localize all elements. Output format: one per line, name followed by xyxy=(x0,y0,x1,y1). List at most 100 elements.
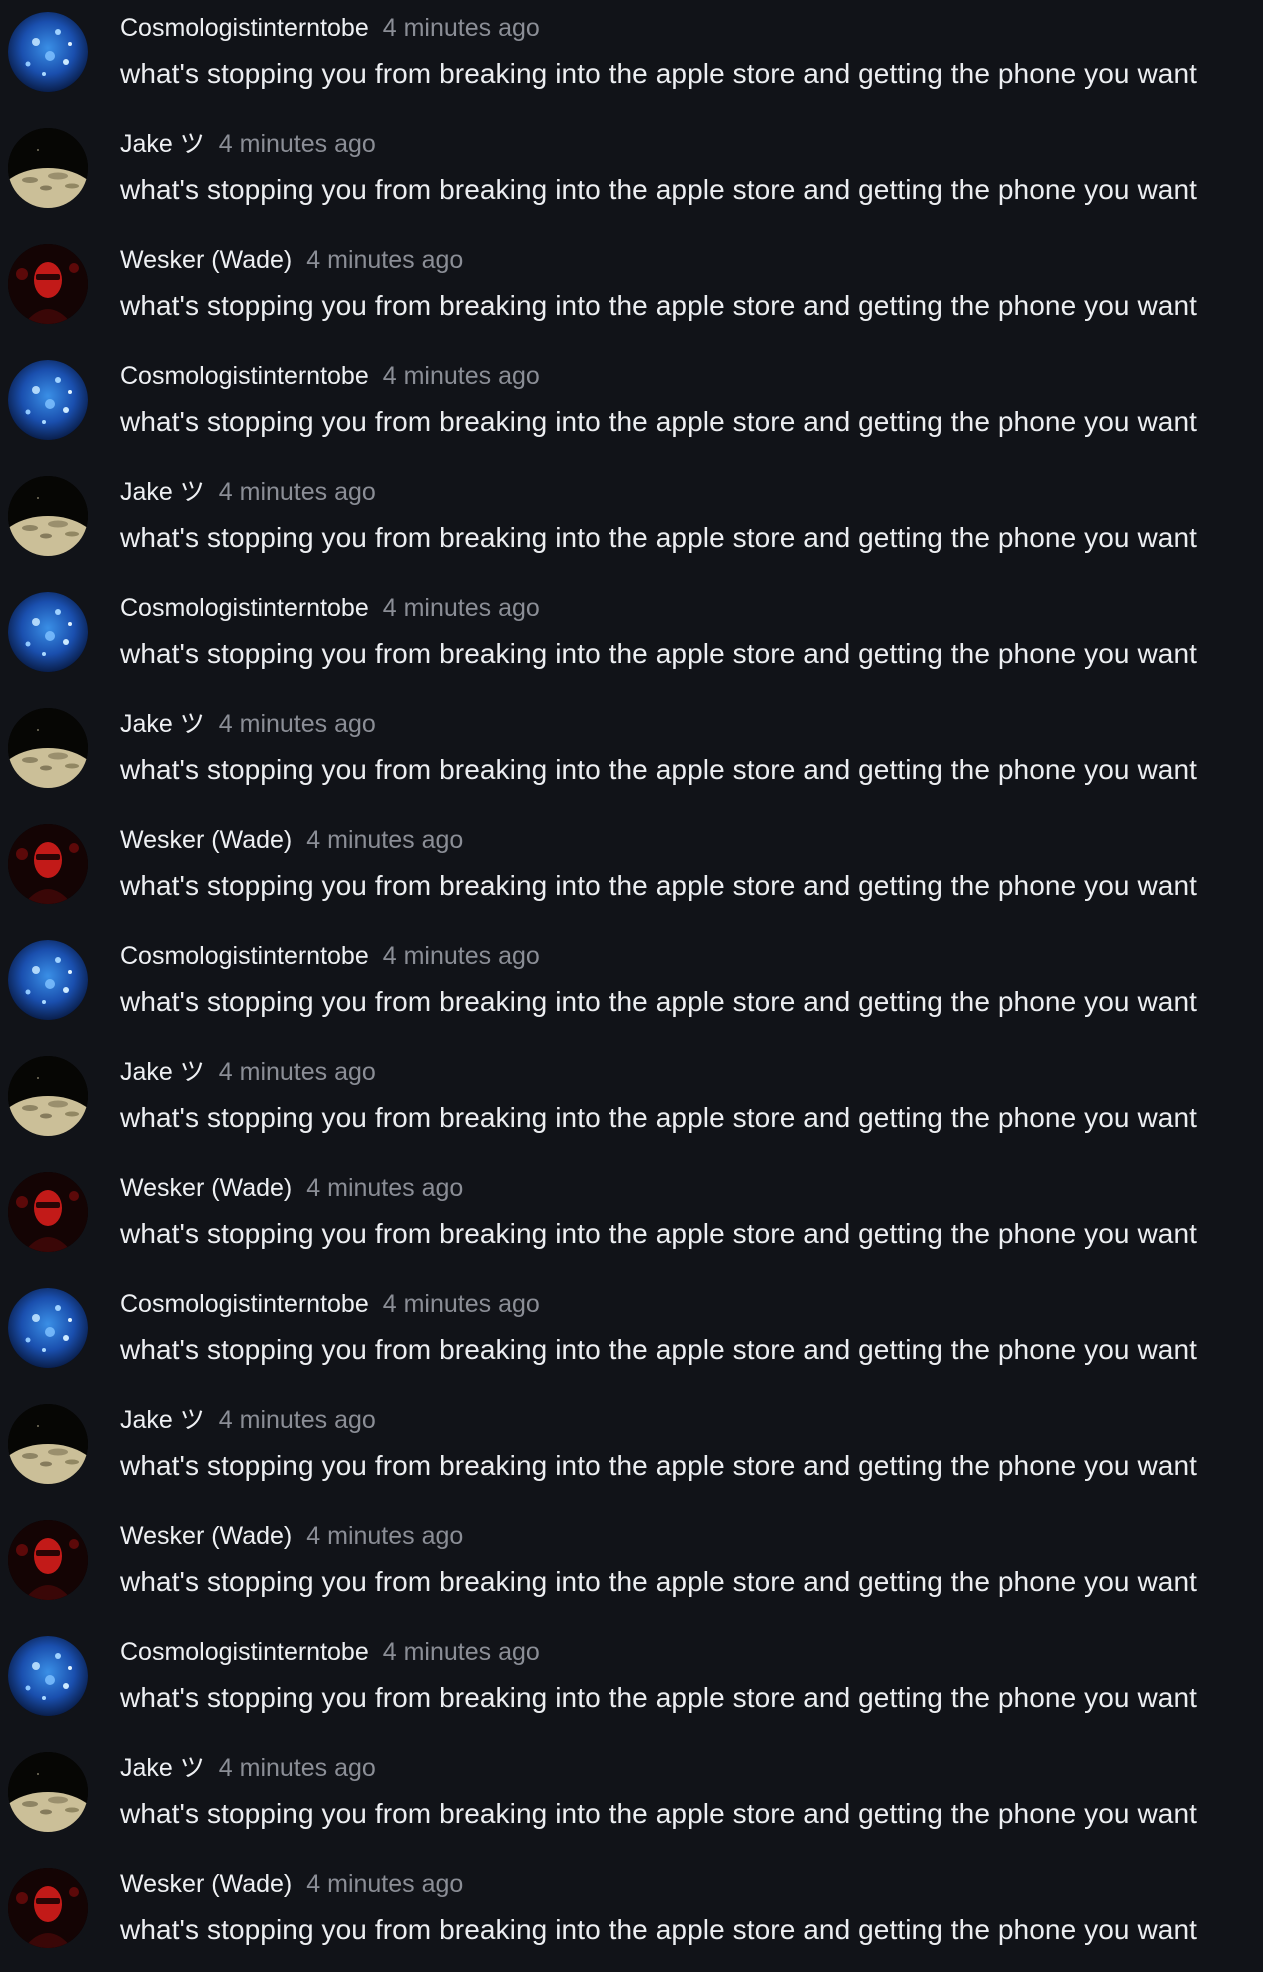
author-name[interactable]: Cosmologistinterntobe xyxy=(120,1290,369,1318)
message-text: what's stopping you from breaking into t… xyxy=(120,986,1197,1017)
author-name[interactable]: Wesker (Wade) xyxy=(120,1174,292,1202)
moon-avatar-image xyxy=(8,708,88,788)
author-name[interactable]: Wesker (Wade) xyxy=(120,1870,292,1898)
author-name[interactable]: Cosmologistinterntobe xyxy=(120,1638,369,1666)
chat-message: Cosmologistinterntobe 4 minutes ago what'… xyxy=(0,348,1263,464)
space-avatar-image xyxy=(8,1288,88,1368)
message-header: Jake ツ 4 minutes ago xyxy=(120,474,376,510)
message-text: what's stopping you from breaking into t… xyxy=(120,638,1197,669)
red-figure-avatar-image xyxy=(8,1172,88,1252)
timestamp: 4 minutes ago xyxy=(218,478,376,506)
chat-message: Cosmologistinterntobe 4 minutes ago what'… xyxy=(0,0,1263,116)
space-avatar[interactable] xyxy=(8,360,88,440)
message-header: Cosmologistinterntobe 4 minutes ago xyxy=(120,590,540,626)
red-figure-avatar[interactable] xyxy=(8,1868,88,1948)
message-header: Jake ツ 4 minutes ago xyxy=(120,126,376,162)
chat-message: Cosmologistinterntobe 4 minutes ago what'… xyxy=(0,1624,1263,1740)
chat-message: Jake ツ 4 minutes ago what's stopping you … xyxy=(0,1044,1263,1160)
chat-message-list: Cosmologistinterntobe 4 minutes ago what'… xyxy=(0,0,1263,1967)
message-header: Wesker (Wade) 4 minutes ago xyxy=(120,822,463,858)
red-figure-avatar-image xyxy=(8,1868,88,1948)
space-avatar-image xyxy=(8,592,88,672)
message-header: Jake ツ 4 minutes ago xyxy=(120,1750,376,1786)
message-text: what's stopping you from breaking into t… xyxy=(120,174,1197,205)
author-name[interactable]: Wesker (Wade) xyxy=(120,246,292,274)
space-avatar-image xyxy=(8,1636,88,1716)
moon-avatar-image xyxy=(8,1752,88,1832)
message-header: Cosmologistinterntobe 4 minutes ago xyxy=(120,1634,540,1670)
space-avatar-image xyxy=(8,940,88,1020)
chat-message: Jake ツ 4 minutes ago what's stopping you … xyxy=(0,696,1263,812)
timestamp: 4 minutes ago xyxy=(382,942,540,970)
red-figure-avatar-image xyxy=(8,824,88,904)
message-text: what's stopping you from breaking into t… xyxy=(120,1682,1197,1713)
message-text: what's stopping you from breaking into t… xyxy=(120,754,1197,785)
timestamp: 4 minutes ago xyxy=(218,1058,376,1086)
moon-avatar[interactable] xyxy=(8,1752,88,1832)
author-name[interactable]: Cosmologistinterntobe xyxy=(120,362,369,390)
space-avatar-image xyxy=(8,360,88,440)
timestamp: 4 minutes ago xyxy=(306,826,464,854)
red-figure-avatar[interactable] xyxy=(8,824,88,904)
message-text: what's stopping you from breaking into t… xyxy=(120,1798,1197,1829)
space-avatar[interactable] xyxy=(8,12,88,92)
message-header: Wesker (Wade) 4 minutes ago xyxy=(120,242,463,278)
message-text: what's stopping you from breaking into t… xyxy=(120,1102,1197,1133)
message-header: Jake ツ 4 minutes ago xyxy=(120,1054,376,1090)
chat-message: Cosmologistinterntobe 4 minutes ago what'… xyxy=(0,928,1263,1044)
chat-message: Wesker (Wade) 4 minutes ago what's stoppi… xyxy=(0,812,1263,928)
moon-avatar[interactable] xyxy=(8,1056,88,1136)
message-text: what's stopping you from breaking into t… xyxy=(120,522,1197,553)
space-avatar[interactable] xyxy=(8,940,88,1020)
red-figure-avatar[interactable] xyxy=(8,244,88,324)
author-name[interactable]: Cosmologistinterntobe xyxy=(120,14,369,42)
timestamp: 4 minutes ago xyxy=(306,246,464,274)
message-text: what's stopping you from breaking into t… xyxy=(120,1914,1197,1945)
message-text: what's stopping you from breaking into t… xyxy=(120,1334,1197,1365)
message-header: Jake ツ 4 minutes ago xyxy=(120,706,376,742)
message-text: what's stopping you from breaking into t… xyxy=(120,58,1197,89)
timestamp: 4 minutes ago xyxy=(306,1522,464,1550)
chat-message: Cosmologistinterntobe 4 minutes ago what'… xyxy=(0,1276,1263,1392)
author-name[interactable]: Jake ツ xyxy=(120,130,205,158)
timestamp: 4 minutes ago xyxy=(382,1290,540,1318)
author-name[interactable]: Jake ツ xyxy=(120,710,205,738)
message-header: Jake ツ 4 minutes ago xyxy=(120,1402,376,1438)
message-header: Wesker (Wade) 4 minutes ago xyxy=(120,1518,463,1554)
space-avatar-image xyxy=(8,12,88,92)
chat-message: Wesker (Wade) 4 minutes ago what's stoppi… xyxy=(0,1160,1263,1276)
chat-message: Jake ツ 4 minutes ago what's stopping you … xyxy=(0,464,1263,580)
chat-message: Jake ツ 4 minutes ago what's stopping you … xyxy=(0,1740,1263,1856)
timestamp: 4 minutes ago xyxy=(218,710,376,738)
red-figure-avatar[interactable] xyxy=(8,1172,88,1252)
space-avatar[interactable] xyxy=(8,1636,88,1716)
red-figure-avatar[interactable] xyxy=(8,1520,88,1600)
space-avatar[interactable] xyxy=(8,1288,88,1368)
author-name[interactable]: Cosmologistinterntobe xyxy=(120,594,369,622)
message-header: Cosmologistinterntobe 4 minutes ago xyxy=(120,10,540,46)
chat-message: Wesker (Wade) 4 minutes ago what's stoppi… xyxy=(0,1508,1263,1624)
author-name[interactable]: Jake ツ xyxy=(120,1754,205,1782)
moon-avatar[interactable] xyxy=(8,1404,88,1484)
timestamp: 4 minutes ago xyxy=(382,1638,540,1666)
timestamp: 4 minutes ago xyxy=(382,362,540,390)
space-avatar[interactable] xyxy=(8,592,88,672)
author-name[interactable]: Cosmologistinterntobe xyxy=(120,942,369,970)
author-name[interactable]: Jake ツ xyxy=(120,1058,205,1086)
chat-message: Jake ツ 4 minutes ago what's stopping you … xyxy=(0,116,1263,232)
author-name[interactable]: Wesker (Wade) xyxy=(120,1522,292,1550)
author-name[interactable]: Jake ツ xyxy=(120,478,205,506)
chat-message: Wesker (Wade) 4 minutes ago what's stoppi… xyxy=(0,1856,1263,1972)
moon-avatar-image xyxy=(8,128,88,208)
moon-avatar[interactable] xyxy=(8,708,88,788)
author-name[interactable]: Jake ツ xyxy=(120,1406,205,1434)
message-text: what's stopping you from breaking into t… xyxy=(120,870,1197,901)
moon-avatar[interactable] xyxy=(8,476,88,556)
timestamp: 4 minutes ago xyxy=(382,14,540,42)
moon-avatar[interactable] xyxy=(8,128,88,208)
timestamp: 4 minutes ago xyxy=(306,1870,464,1898)
message-header: Wesker (Wade) 4 minutes ago xyxy=(120,1170,463,1206)
moon-avatar-image xyxy=(8,1404,88,1484)
author-name[interactable]: Wesker (Wade) xyxy=(120,826,292,854)
timestamp: 4 minutes ago xyxy=(382,594,540,622)
